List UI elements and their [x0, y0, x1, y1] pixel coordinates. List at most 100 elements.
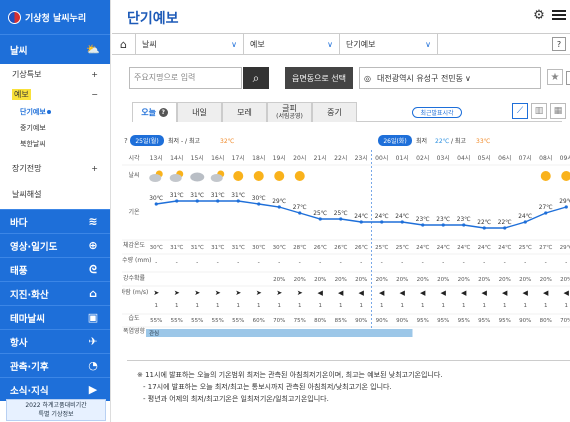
temperature-point [421, 223, 425, 227]
help-button[interactable]: ? [566, 71, 570, 85]
pop-value: 20% [499, 277, 511, 283]
wind-speed: 1 [565, 303, 569, 309]
precip-value: - [381, 259, 383, 266]
chevron-down-icon: ∨ [425, 39, 431, 49]
temperature-point [400, 220, 404, 224]
nav-select-forecast[interactable]: 예보 ∨ [244, 33, 340, 55]
sidebar-cat-news[interactable]: 소식·지식 ▶ [0, 377, 110, 401]
time-label: 22시 [334, 155, 347, 162]
leaf-label: 단기예보 [20, 108, 46, 116]
tab-label: 중기 [327, 107, 342, 117]
bar-view-icon[interactable]: ▥ [531, 103, 547, 119]
graph-view-icon[interactable]: ⟋ [512, 103, 528, 119]
select-label: 예보 [250, 39, 265, 49]
wind-arrow-icon: ➤ [256, 289, 262, 297]
moon-icon [418, 170, 425, 182]
sidebar-item-warning[interactable]: 기상특보 + [0, 64, 110, 84]
temperature-point [318, 217, 322, 221]
search-row: 주요지명으로 입력 ⌕ 읍면동으로 선택 ◎ 대전광역시 유성구 전민동∨ ★ ? [129, 67, 570, 89]
wind-speed: 1 [216, 303, 220, 309]
typhoon-icon: ᘓ [89, 262, 97, 276]
wind-speed: 1 [175, 303, 179, 309]
gear-icon[interactable]: ⚙ [532, 9, 546, 23]
heat-label: 관심 [149, 329, 159, 337]
time-label: 14시 [170, 155, 183, 162]
moon-icon [459, 170, 466, 182]
brand-header[interactable]: 기상청 날씨누리 [0, 0, 110, 34]
sidebar-cat-climate[interactable]: 관측·기후 ◔ [0, 353, 110, 377]
humidity-value: 80% [540, 318, 552, 324]
precip-value: - [196, 259, 198, 266]
tab-tomorrow[interactable]: 내일 [177, 102, 222, 122]
item-label: 날씨해설 [12, 189, 42, 199]
sidebar-item-commentary[interactable]: 날씨해설 [0, 184, 110, 204]
note-line: ※ 11시에 발표하는 오늘의 기온범위 최저는 관측된 아침최저기온이며, 최… [137, 371, 443, 379]
humidity-value: 85% [335, 318, 347, 324]
wind-arrow-icon: ➤ [174, 289, 180, 297]
row-label: 폭염영향 [123, 327, 146, 335]
tab-3days[interactable]: 글피 (서림공영) [267, 102, 312, 122]
search-icon[interactable]: ⌕ [243, 67, 269, 89]
nav-select-short-term[interactable]: 단기예보 ∨ [340, 33, 438, 55]
sidebar-item-long-term[interactable]: 장기전망 + [0, 158, 110, 178]
feels-value: 29℃ [560, 244, 570, 251]
precip-value: - [155, 259, 157, 266]
wind-arrow-icon: ◀ [564, 289, 570, 297]
humidity-value: 95% [478, 318, 490, 324]
temperature-label: 23℃ [436, 216, 450, 223]
location-select[interactable]: ◎ 대전광역시 유성구 전민동 ∨ [359, 67, 541, 89]
sidebar-cat-typhoon[interactable]: 태풍 ᘓ [0, 257, 110, 281]
cat-label: 영상·일기도 [10, 241, 58, 253]
latest-release-button[interactable]: 최근발표시각 [412, 107, 462, 118]
humidity-value: 90% [519, 318, 531, 324]
cloud-sun-icon [149, 174, 162, 182]
sidebar-leaf-north-korea[interactable]: 북한날씨 [0, 136, 110, 152]
precip-value: - [217, 259, 219, 266]
home-icon[interactable]: ⌂ [112, 33, 136, 55]
sidebar-cat-image[interactable]: 영상·일기도 ⊕ [0, 233, 110, 257]
day-tabs: 오늘 ? 내일 모레 글피 (서림공영) 중기 [132, 102, 562, 122]
search-input[interactable]: 주요지명으로 입력 [129, 67, 242, 89]
temperature-label: 29℃ [272, 198, 286, 205]
time-label: 09시 [560, 155, 570, 162]
star-icon[interactable]: ★ [547, 69, 563, 85]
precip-value: - [340, 259, 342, 266]
help-button[interactable]: ? [552, 37, 566, 51]
sidebar-leaf-mid-term[interactable]: 중기예보 [0, 120, 110, 136]
wind-arrow-icon: ◀ [338, 289, 344, 297]
temperature-label: 31℃ [231, 192, 245, 199]
wind-arrow-icon: ➤ [235, 289, 241, 297]
nav-select-weather[interactable]: 날씨 ∨ [136, 33, 244, 55]
humidity-value: 80% [314, 318, 326, 324]
special-banner[interactable]: 2022 하계고품대비기간 특별 기상정보 [6, 399, 106, 421]
tab-today[interactable]: 오늘 ? [132, 102, 177, 122]
wind-speed: 1 [401, 303, 405, 309]
temperature-point [154, 202, 158, 206]
sidebar-cat-earthquake[interactable]: 지진·화산 ⌂ [0, 281, 110, 305]
sidebar-item-forecast[interactable]: 예보 − [0, 84, 110, 104]
temperature-point [441, 223, 445, 227]
time-label: 02시 [416, 155, 429, 162]
sidebar-cat-weather[interactable]: 날씨 ⛅ [0, 34, 110, 64]
sidebar-cat-aviation[interactable]: 항사 ✈ [0, 329, 110, 353]
hamburger-menu-icon[interactable] [552, 8, 566, 22]
table-view-icon[interactable]: ▦ [550, 103, 566, 119]
feels-value: 31℃ [232, 244, 245, 251]
forecast-table: 25일(월) 최저 - / 최고 32℃ 26일(화) 최저 22℃ / 최고 33℃?… [122, 132, 570, 342]
sidebar-cat-theme[interactable]: 테마날씨 ▣ [0, 305, 110, 329]
time-label: 15시 [191, 155, 204, 162]
brand-name: 기상청 날씨누리 [25, 13, 87, 24]
precip-value: - [278, 259, 280, 266]
humidity-value: 95% [499, 318, 511, 324]
temperature-label: 24℃ [354, 213, 368, 220]
tab-mid-term[interactable]: 중기 [312, 102, 357, 122]
sidebar-cat-sea[interactable]: 바다 ≋ [0, 209, 110, 233]
time-label: 00시 [375, 155, 388, 162]
select-dong-button[interactable]: 읍면동으로 선택 [285, 67, 353, 89]
sun-icon [274, 171, 285, 181]
pop-value: 20% [458, 277, 470, 283]
tab-day-after[interactable]: 모레 [222, 102, 267, 122]
temperature-label: 27℃ [539, 204, 553, 211]
wind-speed: 1 [442, 303, 446, 309]
sidebar-leaf-short-term[interactable]: 단기예보 [0, 104, 110, 120]
